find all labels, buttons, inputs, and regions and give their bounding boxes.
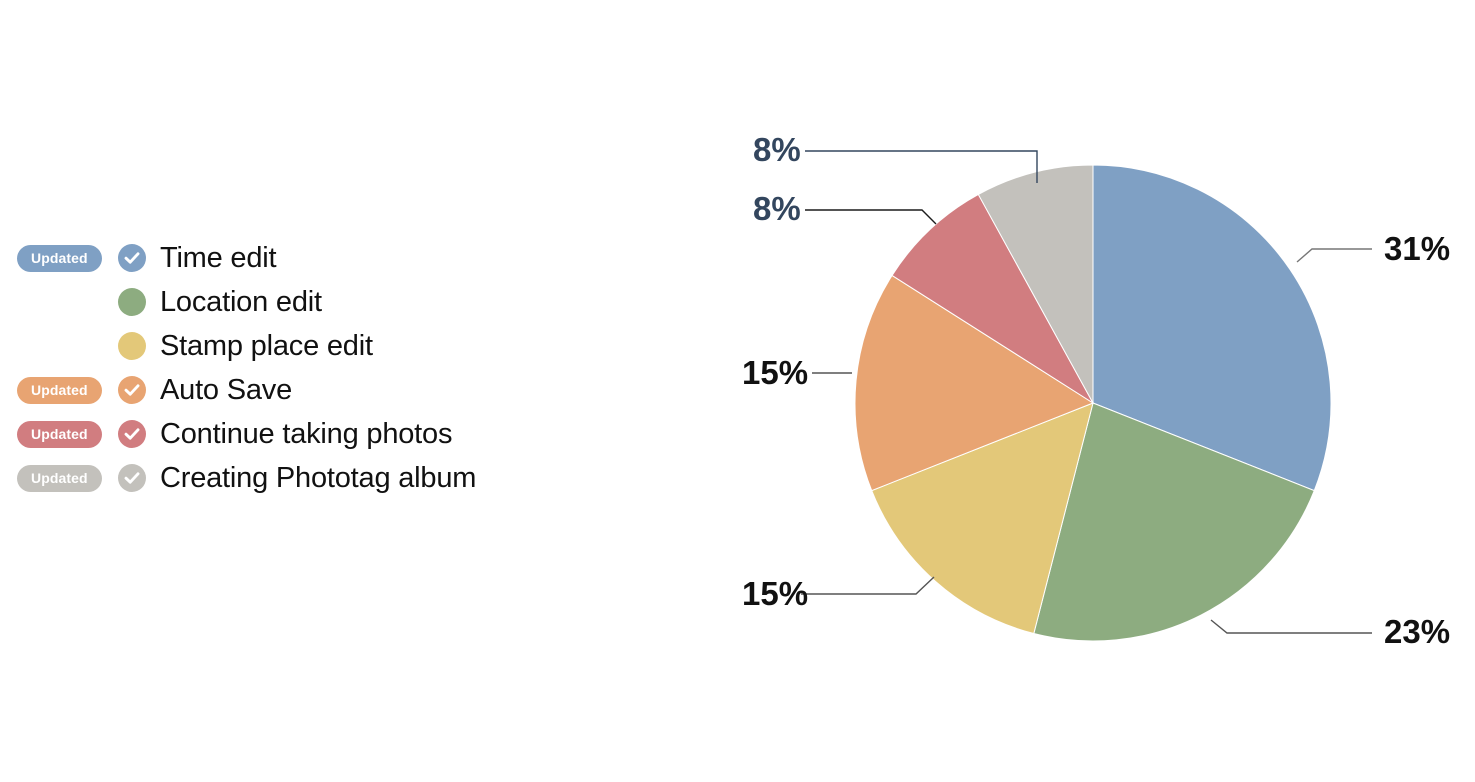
color-dot-icon — [118, 288, 146, 316]
pie-label-orange: 15% — [742, 354, 809, 391]
pie-chart: 8% 8% 15% 15% 31% 23% — [700, 0, 1475, 782]
color-dot-icon — [118, 332, 146, 360]
legend-row[interactable]: Updated Continue taking photos — [0, 412, 620, 456]
legend-item-label: Auto Save — [160, 373, 293, 406]
updated-badge[interactable]: Updated — [17, 464, 102, 492]
badge-slot: Updated — [0, 333, 118, 360]
badge-slot: Updated — [0, 376, 118, 404]
badge-slot: Updated — [0, 289, 118, 316]
legend-item-label: Time edit — [160, 241, 277, 274]
badge-slot: Updated — [0, 420, 118, 448]
legend-row[interactable]: Updated Creating Phototag album — [0, 456, 620, 500]
pie-label-yellow: 15% — [742, 575, 809, 612]
pie-label-gray: 8% — [753, 131, 801, 168]
legend-item-label: Creating Phototag album — [160, 461, 477, 494]
updated-badge[interactable]: Updated — [17, 376, 102, 404]
leader-line-blue — [1296, 248, 1372, 263]
legend-row[interactable]: Updated Time edit — [0, 236, 620, 280]
pie-label-blue: 31% — [1384, 230, 1451, 267]
legend-item-label: Continue taking photos — [160, 417, 453, 450]
legend-item-label: Stamp place edit — [160, 329, 373, 362]
pie-label-green: 23% — [1384, 613, 1451, 650]
updated-badge[interactable]: Updated — [17, 244, 102, 272]
badge-slot: Updated — [0, 464, 118, 492]
legend-row[interactable]: Updated Auto Save — [0, 368, 620, 412]
check-circle-icon — [118, 376, 146, 404]
legend-row[interactable]: Updated Stamp place edit — [0, 324, 620, 368]
pie-chart-graphic — [801, 150, 1372, 642]
legend-item-label: Location edit — [160, 285, 322, 318]
leader-line-gray — [805, 150, 1038, 183]
badge-slot: Updated — [0, 244, 118, 272]
leader-line-green — [1210, 619, 1372, 634]
legend: UpdatedTime editUpdatedLocation editUpda… — [0, 236, 620, 500]
leader-line-yellow — [801, 576, 935, 595]
check-circle-icon — [118, 244, 146, 272]
check-circle-icon — [118, 420, 146, 448]
pie-label-red: 8% — [753, 190, 801, 227]
check-circle-icon — [118, 464, 146, 492]
updated-badge[interactable]: Updated — [17, 420, 102, 448]
leader-line-red — [805, 209, 937, 225]
legend-row[interactable]: Updated Location edit — [0, 280, 620, 324]
